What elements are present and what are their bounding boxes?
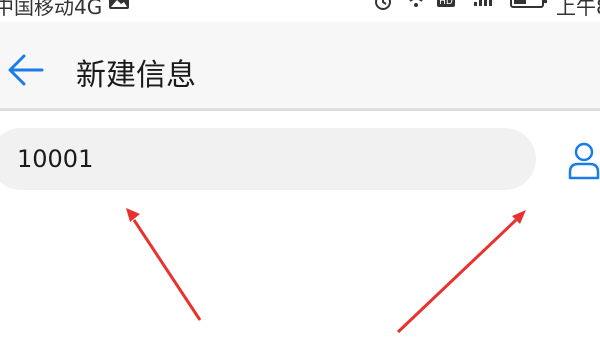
arrow-to-input (126, 208, 202, 321)
annotation-arrows (126, 208, 526, 334)
arrow-to-contact (396, 210, 526, 334)
